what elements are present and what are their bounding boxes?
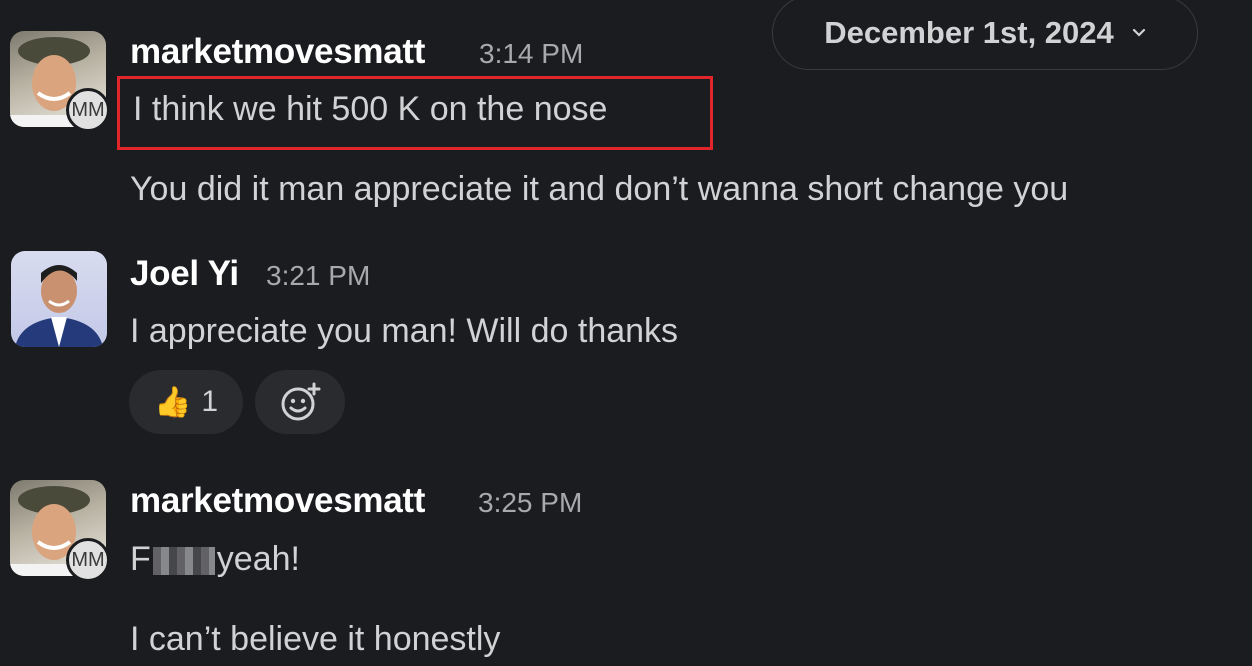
reaction-thumbs-up[interactable]: 👍 1 <box>129 370 243 434</box>
author-name[interactable]: marketmovesmatt <box>130 481 425 521</box>
censored-blur <box>152 547 215 576</box>
add-reaction-button[interactable] <box>255 370 345 434</box>
add-reaction-icon <box>281 382 321 421</box>
avatar[interactable] <box>11 251 107 347</box>
author-name[interactable]: Joel Yi <box>130 254 239 294</box>
message-text-start: F <box>130 540 151 578</box>
message-text: You did it man appreciate it and don’t w… <box>130 170 1069 208</box>
author-name[interactable]: marketmovesmatt <box>130 32 425 72</box>
date-divider-button[interactable]: December 1st, 2024 <box>772 0 1198 70</box>
avatar-photo <box>15 265 103 347</box>
thumbs-up-icon: 👍 <box>153 385 192 419</box>
chevron-down-icon <box>1132 28 1145 37</box>
mm-badge: MM <box>66 88 110 132</box>
reaction-count: 1 <box>201 385 219 418</box>
message-time[interactable]: 3:21 PM <box>266 260 370 292</box>
message-time[interactable]: 3:14 PM <box>479 38 583 70</box>
message-text: I can’t believe it honestly <box>130 620 501 658</box>
message-text-end: yeah! <box>216 540 300 578</box>
mm-badge: MM <box>66 538 110 582</box>
message-text: I appreciate you man! Will do thanks <box>130 312 679 350</box>
message-text: I think we hit 500 K on the nose <box>133 90 608 128</box>
date-label: December 1st, 2024 <box>824 15 1114 50</box>
message-text: Fyeah! <box>130 540 300 579</box>
message-time[interactable]: 3:25 PM <box>478 487 582 519</box>
